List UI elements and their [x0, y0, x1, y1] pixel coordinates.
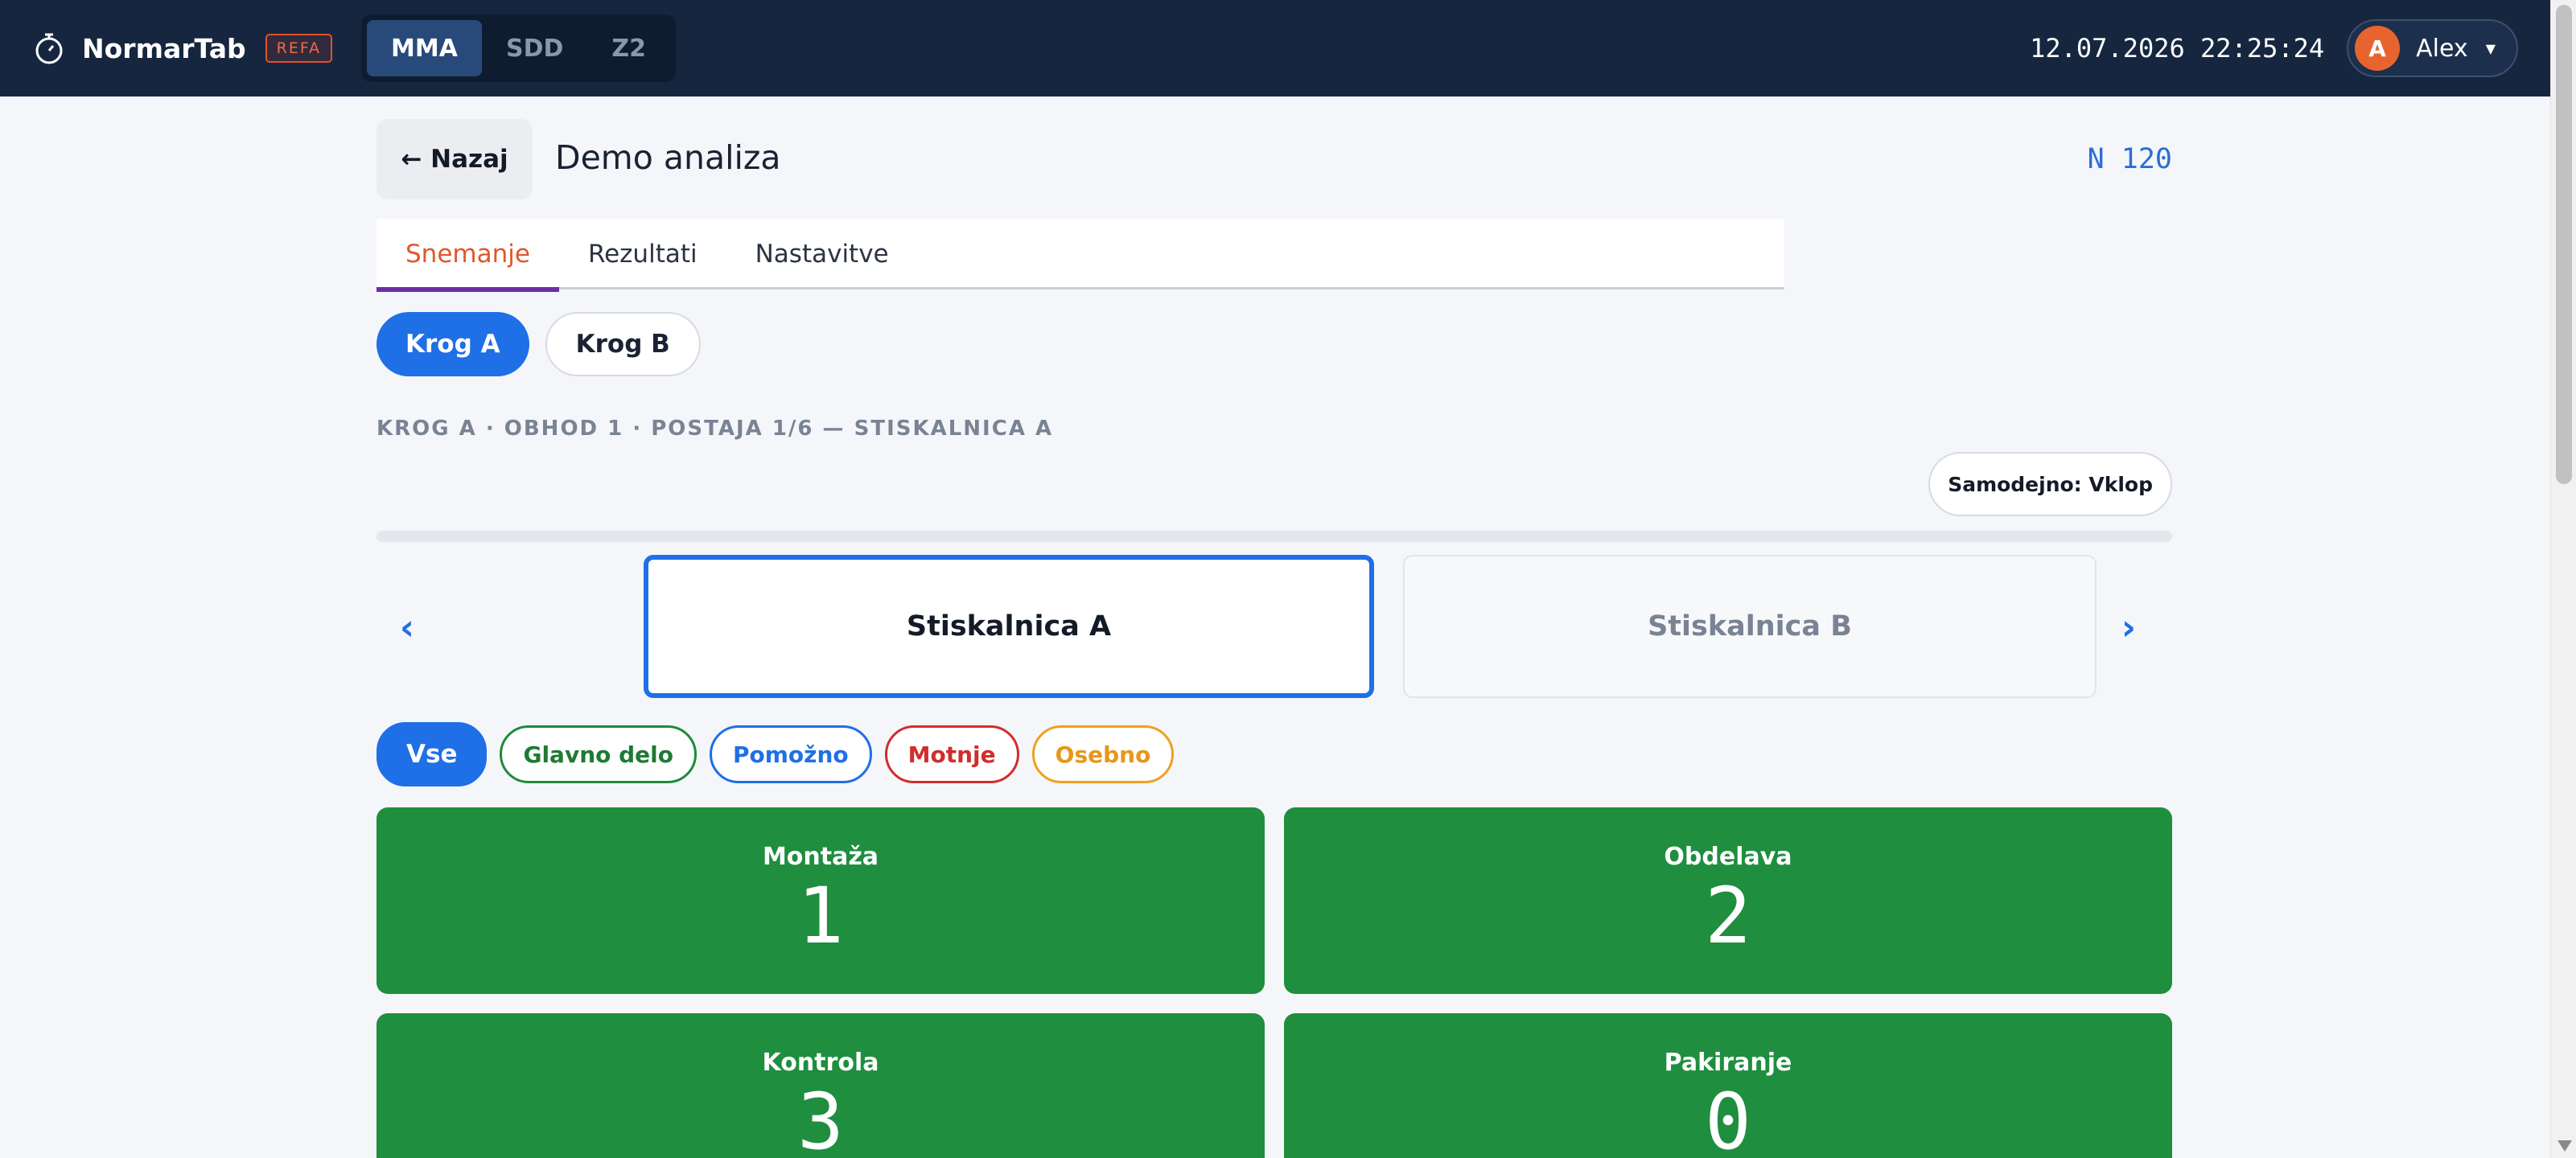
counter-value: 3 [797, 1077, 844, 1158]
filter-pomozno[interactable]: Pomožno [709, 725, 872, 783]
station-card-next[interactable]: Stiskalnica B [1403, 555, 2097, 698]
counter-card-pakiranje[interactable]: Pakiranje 0 [1284, 1013, 2172, 1158]
avatar: A [2355, 26, 2401, 71]
scrollbar-thumb[interactable] [2556, 5, 2572, 484]
clock-datetime: 12.07.2026 22:25:24 [2030, 33, 2325, 64]
category-filters: Vse Glavno delo Pomožno Motnje Osebno [377, 722, 1187, 786]
breadcrumb: KROG A · OBHOD 1 · POSTAJA 1/6 — STISKAL… [377, 417, 1054, 441]
round-button-a[interactable]: Krog A [377, 312, 529, 376]
stopwatch-icon [35, 33, 63, 64]
tab-bar: Snemanje Rezultati Nastavitve [377, 219, 1784, 292]
chevron-left-icon[interactable]: ‹ [383, 603, 431, 651]
filter-all[interactable]: Vse [377, 722, 488, 786]
brand: NormarTab REFA [32, 31, 333, 65]
counter-value: 0 [1705, 1077, 1751, 1158]
counter-value: 1 [797, 871, 844, 961]
round-selector: Krog A Krog B [377, 312, 717, 376]
refa-badge: REFA [265, 34, 333, 63]
page-header: ← Nazaj Demo analiza N 120 [377, 119, 2172, 199]
round-button-b[interactable]: Krog B [545, 312, 701, 376]
mode-button-sdd[interactable]: SDD [482, 20, 587, 76]
counter-card-obdelava[interactable]: Obdelava 2 [1284, 807, 2172, 994]
tab-rezultati[interactable]: Rezultati [559, 219, 726, 290]
chevron-right-icon[interactable]: › [2105, 603, 2153, 651]
counter-value: 2 [1705, 871, 1751, 961]
user-name: Alex [2416, 34, 2468, 63]
caret-down-icon: ▼ [2485, 40, 2496, 56]
counter-label: Pakiranje [1664, 1049, 1792, 1077]
filter-motnje[interactable]: Motnje [884, 725, 1019, 783]
back-button[interactable]: ← Nazaj [377, 119, 533, 199]
filter-glavno-delo[interactable]: Glavno delo [500, 725, 697, 783]
scroll-down-arrow-icon[interactable] [2557, 1140, 2572, 1152]
tab-snemanje[interactable]: Snemanje [377, 219, 559, 292]
progress-bar [377, 531, 2172, 542]
user-menu-button[interactable]: A Alex ▼ [2347, 19, 2518, 77]
counter-grid: Montaža 1 Obdelava 2 Kontrola 3 Pakiranj… [377, 807, 2172, 1158]
counter-card-kontrola[interactable]: Kontrola 3 [377, 1013, 1265, 1158]
auto-toggle-button[interactable]: Samodejno: Vklop [1928, 452, 2172, 516]
mode-button-z2[interactable]: Z2 [587, 20, 670, 76]
page-title: Demo analiza [555, 138, 781, 177]
mode-switcher: MMA SDD Z2 [361, 14, 677, 82]
station-carousel: ‹ Stiskalnica A Stiskalnica B › [377, 555, 2172, 700]
counter-card-montaza[interactable]: Montaža 1 [377, 807, 1265, 994]
tab-nastavitve[interactable]: Nastavitve [726, 219, 918, 290]
n-count: N 120 [2087, 143, 2172, 175]
counter-label: Obdelava [1664, 843, 1792, 871]
station-card-active[interactable]: Stiskalnica A [644, 555, 1374, 698]
mode-button-mma[interactable]: MMA [367, 20, 482, 76]
counter-label: Montaža [762, 843, 879, 871]
page-scrollbar[interactable] [2550, 0, 2576, 1158]
app-name: NormarTab [82, 32, 246, 64]
counter-label: Kontrola [762, 1049, 879, 1077]
filter-osebno[interactable]: Osebno [1031, 725, 1175, 783]
top-bar: NormarTab REFA MMA SDD Z2 12.07.2026 22:… [0, 0, 2550, 96]
